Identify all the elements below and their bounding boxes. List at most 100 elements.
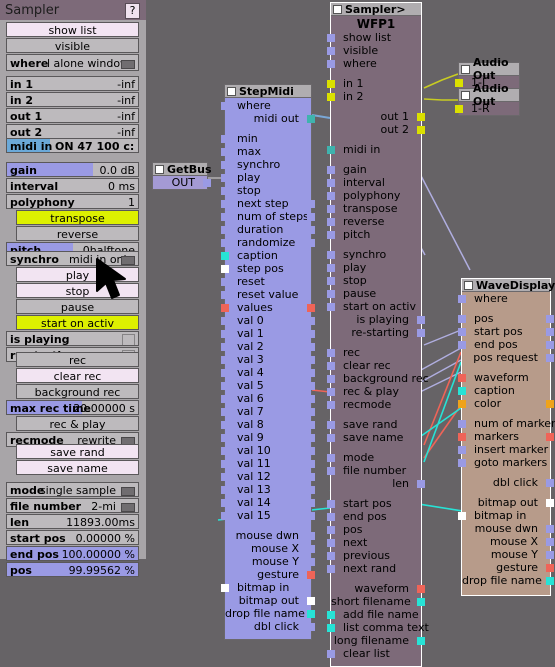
pin-wave-mouse-dwn-out[interactable] bbox=[546, 525, 554, 533]
wave-start-pos-row[interactable]: start pos bbox=[458, 325, 554, 338]
pin-wfp1-out-2-out[interactable] bbox=[417, 126, 425, 134]
pin-wfp1-play[interactable] bbox=[327, 264, 335, 272]
wave-gesture-row[interactable]: gesture bbox=[462, 561, 554, 574]
pin-wfp1-stop[interactable] bbox=[327, 277, 335, 285]
pin-stepmidi-mouse-dwn-out[interactable] bbox=[307, 532, 315, 540]
stepmidi-val-1-row[interactable]: val 1 bbox=[221, 327, 315, 340]
wfp1-end-pos-row[interactable]: end pos bbox=[327, 510, 421, 523]
pin-stepmidi-val-6[interactable] bbox=[221, 395, 229, 403]
stepmidi-randomize-row[interactable]: randomize bbox=[221, 236, 315, 249]
pin-stepmidi-drop-file-name-out[interactable] bbox=[307, 610, 315, 618]
wfp1-add-file-name-row[interactable]: add file name bbox=[327, 608, 421, 621]
pin-stepmidi-val-7-out[interactable] bbox=[307, 408, 315, 416]
pin-stepmidi-caption[interactable] bbox=[221, 252, 229, 260]
stepmidi-val-3-row[interactable]: val 3 bbox=[221, 353, 315, 366]
module-wavedisplay-header[interactable]: WaveDisplay bbox=[462, 279, 555, 292]
pin-stepmidi-val-4[interactable] bbox=[221, 369, 229, 377]
wave-markers-row[interactable]: markers bbox=[458, 430, 554, 443]
save-rand-button[interactable]: save rand bbox=[16, 444, 139, 459]
pin-wave-mouse-y-out[interactable] bbox=[546, 551, 554, 559]
stepmidi-val-6-row[interactable]: val 6 bbox=[221, 392, 315, 405]
stepmidi-mouse-x-row[interactable]: mouse X bbox=[225, 542, 315, 555]
pin-wfp1-transpose[interactable] bbox=[327, 205, 335, 213]
pin-wave-caption[interactable] bbox=[458, 387, 466, 395]
getbus-out-row[interactable]: OUT bbox=[153, 176, 211, 189]
stepmidi-caption-row[interactable]: caption bbox=[221, 249, 311, 262]
module-getbus[interactable]: GetBus OUT bbox=[152, 162, 212, 190]
module-audio-out-2-header[interactable]: Audio Out bbox=[459, 82, 519, 108]
wfp1-out-2-row[interactable]: out 2 bbox=[331, 123, 425, 136]
wfp1-file-number-row[interactable]: file number bbox=[327, 464, 421, 477]
pin-wfp1-start-pos[interactable] bbox=[327, 500, 335, 508]
stepmidi-val-8-row[interactable]: val 8 bbox=[221, 418, 315, 431]
wfp1-out-1-row[interactable]: out 1 bbox=[331, 110, 425, 123]
wfp1-save-rand-row[interactable]: save rand bbox=[327, 418, 421, 431]
stepmidi-reset-row[interactable]: reset bbox=[221, 275, 311, 288]
pin-stepmidi-duration-out[interactable] bbox=[307, 226, 315, 234]
stepmidi-val-11-row[interactable]: val 11 bbox=[221, 457, 315, 470]
wave-bitmap-in-row[interactable]: bitmap in bbox=[458, 509, 550, 522]
pin-midi-out[interactable] bbox=[307, 115, 315, 123]
pin-stepmidi-randomize-out[interactable] bbox=[307, 239, 315, 247]
stepmidi-val-14-row[interactable]: val 14 bbox=[221, 496, 315, 509]
interval-slider[interactable]: interval 0 ms bbox=[6, 178, 139, 193]
pin-stepmidi-val-15[interactable] bbox=[221, 512, 229, 520]
stepmidi-drop-file-name-row[interactable]: drop file name bbox=[225, 607, 315, 620]
wfp1-start-on-activ-row[interactable]: start on activ bbox=[327, 300, 421, 313]
wfp1-transpose-row[interactable]: transpose bbox=[327, 202, 421, 215]
wfp1-clear-rec-row[interactable]: clear rec bbox=[327, 359, 421, 372]
pin-bitmap-out[interactable] bbox=[546, 499, 554, 507]
wfp1-save-name-row[interactable]: save name bbox=[327, 431, 421, 444]
rec-and-play-button[interactable]: rec & play bbox=[16, 416, 139, 431]
pin-stepmidi-val-3[interactable] bbox=[221, 356, 229, 364]
wfp1-waveform-row[interactable]: waveform bbox=[331, 582, 425, 595]
pin-wave-num-of-markers[interactable] bbox=[458, 420, 466, 428]
pin-wfp1-rec[interactable] bbox=[327, 349, 335, 357]
pin-stepmidi-val-6-out[interactable] bbox=[307, 395, 315, 403]
stepmidi-val-2-row[interactable]: val 2 bbox=[221, 340, 315, 353]
wfp1-gain-row[interactable]: gain bbox=[327, 163, 421, 176]
stepmidi-min-row[interactable]: min bbox=[221, 132, 311, 145]
wave-mouse-y-row[interactable]: mouse Y bbox=[462, 548, 554, 561]
pin-stepmidi-val-7[interactable] bbox=[221, 408, 229, 416]
pin-getbus-out[interactable] bbox=[203, 179, 211, 187]
pin-wfp1-save-rand[interactable] bbox=[327, 421, 335, 429]
stepmidi-values-row[interactable]: values bbox=[221, 301, 315, 314]
start-on-activ-button[interactable]: start on activ bbox=[16, 315, 139, 330]
pin-stepmidi-duration[interactable] bbox=[221, 226, 229, 234]
module-wfp1-header[interactable]: Sampler> bbox=[331, 3, 421, 16]
stepmidi-val-7-row[interactable]: val 7 bbox=[221, 405, 315, 418]
pin-midi-in[interactable] bbox=[327, 146, 335, 154]
mode-swatch[interactable] bbox=[121, 487, 135, 496]
pin-wave-color-out[interactable] bbox=[546, 400, 554, 408]
wfp1-pitch-row[interactable]: pitch bbox=[327, 228, 421, 241]
pin-wfp1-start-on-activ[interactable] bbox=[327, 303, 335, 311]
gain-slider[interactable]: gain 0.0 dB bbox=[6, 162, 139, 177]
wave-caption-row[interactable]: caption bbox=[458, 384, 550, 397]
pin-wave-markers[interactable] bbox=[458, 433, 466, 441]
pin-stepmidi-val-15-out[interactable] bbox=[307, 512, 315, 520]
wfp1-pos-row[interactable]: pos bbox=[327, 523, 421, 536]
pin-stepmidi-val-5[interactable] bbox=[221, 382, 229, 390]
stepmidi-synchro-row[interactable]: synchro bbox=[221, 158, 311, 171]
wave-where-row[interactable]: where bbox=[458, 292, 550, 305]
stepmidi-max-row[interactable]: max bbox=[221, 145, 311, 158]
pin-stepmidi-val-12[interactable] bbox=[221, 473, 229, 481]
synchro-swatch[interactable] bbox=[121, 256, 135, 265]
pin-wave-color[interactable] bbox=[458, 400, 466, 408]
pin-stepmidi-val-14-out[interactable] bbox=[307, 499, 315, 507]
pin-wfp1-interval[interactable] bbox=[327, 179, 335, 187]
pin-wave-pos-out[interactable] bbox=[546, 315, 554, 323]
pin-pos-request[interactable] bbox=[546, 354, 554, 362]
wfp1-visible-row[interactable]: visible bbox=[327, 44, 421, 57]
play-button[interactable]: play bbox=[16, 267, 139, 282]
pos-row[interactable]: pos 99.99562 % bbox=[6, 562, 139, 577]
pin-stepmidi-val-13[interactable] bbox=[221, 486, 229, 494]
pin-wave-pos[interactable] bbox=[458, 315, 466, 323]
pin-wfp1-re-starting-out[interactable] bbox=[417, 329, 425, 337]
pin-wfp1-background-rec[interactable] bbox=[327, 375, 335, 383]
wfp1-mode-row[interactable]: mode bbox=[327, 451, 421, 464]
wfp1-in-1-row[interactable]: in 1 bbox=[327, 77, 421, 90]
stepmidi-val-0-row[interactable]: val 0 bbox=[221, 314, 315, 327]
pin-stepmidi-val-1-out[interactable] bbox=[307, 330, 315, 338]
